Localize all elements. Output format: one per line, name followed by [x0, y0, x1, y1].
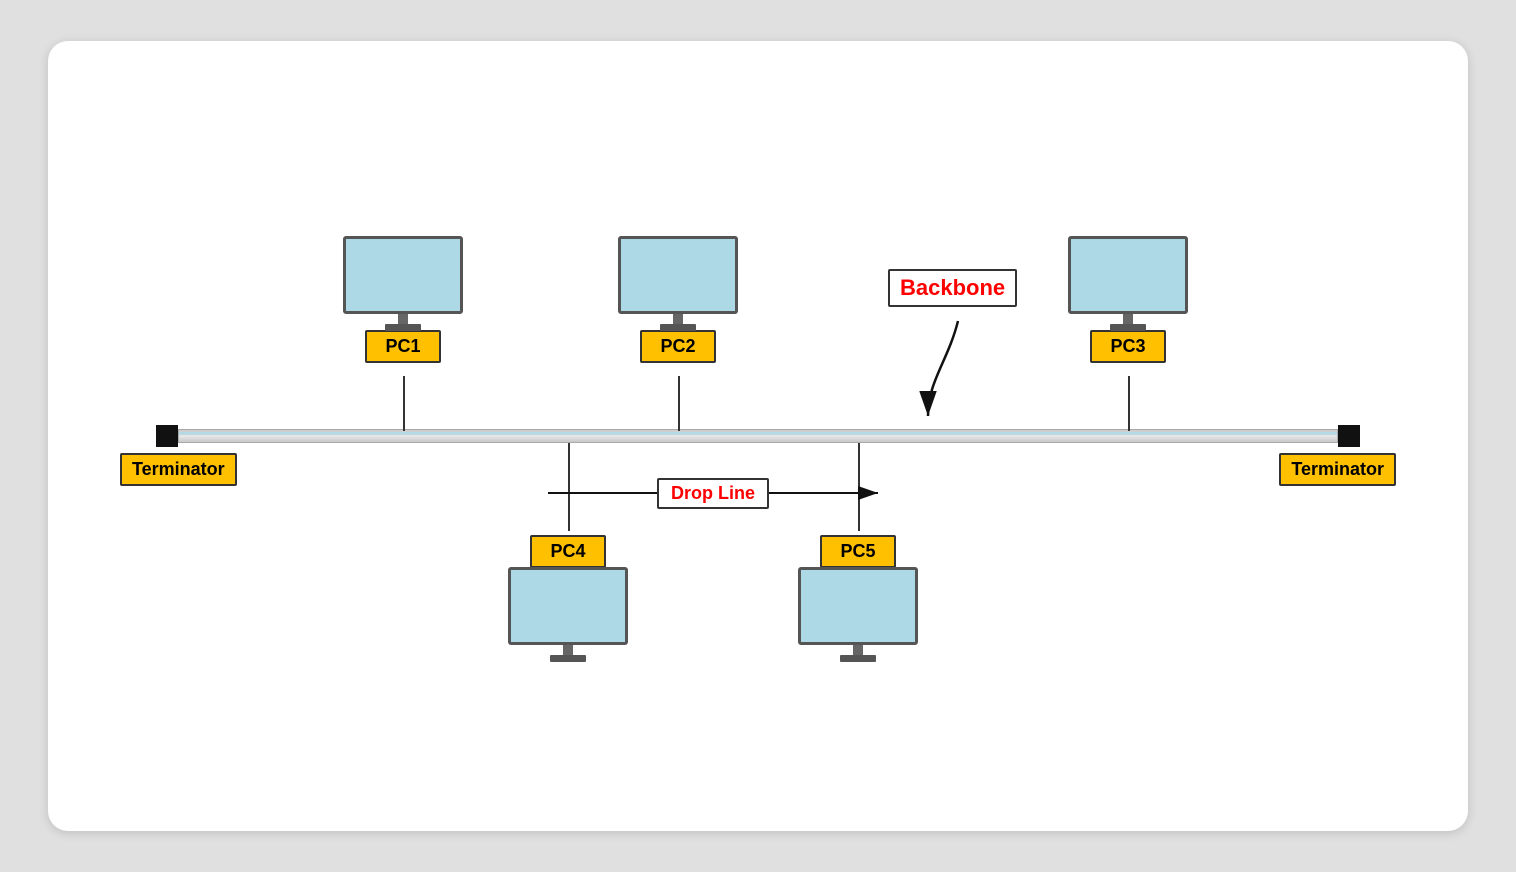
terminator-right-label: Terminator: [1279, 453, 1396, 486]
pc3-stand-neck: [1123, 314, 1133, 324]
connector-pc1: [403, 376, 405, 431]
pc2-stand-base: [660, 324, 696, 331]
terminator-left-label: Terminator: [120, 453, 237, 486]
pc4-stand-neck: [563, 645, 573, 655]
pc2-screen: [618, 236, 738, 314]
pc5-monitor: [798, 572, 918, 662]
diagram-canvas: Terminator Terminator PC1 PC2 PC3: [48, 41, 1468, 831]
pc2-monitor: [618, 236, 738, 326]
dropline-label: Drop Line: [657, 478, 769, 509]
pc4-unit: PC4: [508, 531, 628, 662]
backbone-label: Backbone: [888, 269, 1017, 307]
connector-pc2: [678, 376, 680, 431]
pc2-label: PC2: [640, 330, 715, 363]
pc3-stand-base: [1110, 324, 1146, 331]
pc5-stand-base: [840, 655, 876, 662]
terminator-right-block: [1338, 425, 1360, 447]
pc3-label: PC3: [1090, 330, 1165, 363]
pc3-screen: [1068, 236, 1188, 314]
pc4-stand-base: [550, 655, 586, 662]
pc3-monitor: [1068, 236, 1188, 326]
pc1-unit: PC1: [343, 236, 463, 363]
pc1-screen: [343, 236, 463, 314]
pc5-unit: PC5: [798, 531, 918, 662]
pc1-label: PC1: [365, 330, 440, 363]
pc4-label: PC4: [530, 535, 605, 568]
terminator-left-block: [156, 425, 178, 447]
pc5-stand-neck: [853, 645, 863, 655]
pc3-unit: PC3: [1068, 236, 1188, 363]
pc5-label: PC5: [820, 535, 895, 568]
pc5-screen: [798, 567, 918, 645]
pc1-stand-neck: [398, 314, 408, 324]
pc1-monitor: [343, 236, 463, 326]
pc2-stand-neck: [673, 314, 683, 324]
pc2-unit: PC2: [618, 236, 738, 363]
dropline-container: Drop Line: [538, 473, 888, 513]
pc4-monitor: [508, 572, 628, 662]
pc4-screen: [508, 567, 628, 645]
connector-pc3: [1128, 376, 1130, 431]
pc1-stand-base: [385, 324, 421, 331]
backbone-cable: [178, 429, 1338, 443]
